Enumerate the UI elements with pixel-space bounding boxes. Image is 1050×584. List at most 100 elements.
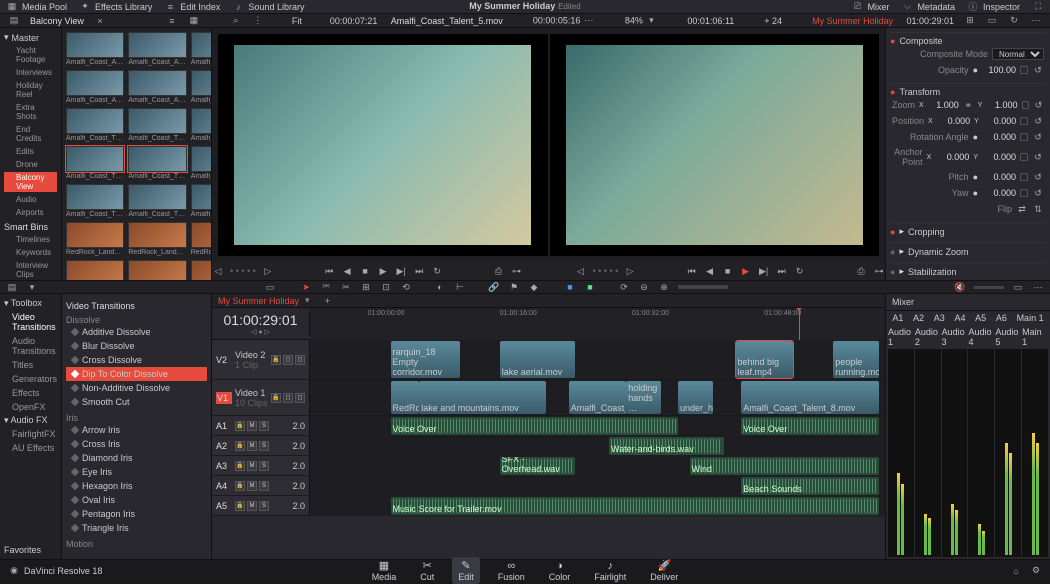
lock-icon[interactable]: 🔒 xyxy=(235,481,245,491)
dynamic-zoom-header[interactable]: ●▸ Dynamic Zoom xyxy=(890,246,1046,257)
transition-item-selected[interactable]: Dip To Color Dissolve xyxy=(66,367,207,381)
match-frame-icon[interactable]: ⎙ xyxy=(493,265,505,277)
stop-icon[interactable]: ■ xyxy=(359,265,371,277)
motion-category[interactable]: Motion xyxy=(66,539,207,549)
transition-item[interactable]: Arrow Iris xyxy=(66,423,207,437)
cropping-header[interactable]: ●▸ Cropping xyxy=(890,226,1046,237)
mixer-strip[interactable]: Audio 5 xyxy=(995,327,1021,557)
track-label[interactable]: A5 xyxy=(216,501,232,511)
page-fairlight[interactable]: ♪Fairlight xyxy=(588,558,632,584)
timeline-tab[interactable]: My Summer Holiday xyxy=(218,296,299,306)
track-label[interactable]: V2 xyxy=(216,355,232,365)
first-frame-icon[interactable]: ⏮ xyxy=(686,265,698,277)
solo-icon[interactable]: S xyxy=(259,481,269,491)
volume-slider[interactable] xyxy=(974,286,1004,289)
timeline-viewer[interactable] xyxy=(550,34,880,256)
bin-item[interactable]: End Credits xyxy=(4,124,57,144)
transition-item[interactable]: Blur Dissolve xyxy=(66,339,207,353)
keyframe-toggle[interactable] xyxy=(1020,153,1028,161)
clip-thumb[interactable]: RedRock_Land… xyxy=(191,222,212,256)
video-clip[interactable]: lake aerial.mov xyxy=(500,341,575,378)
flip-v-icon[interactable]: ⇅ xyxy=(1032,203,1044,215)
bin-item[interactable]: Drone xyxy=(4,159,57,170)
mark-out-icon[interactable]: ▷ xyxy=(624,265,636,277)
loop-icon[interactable]: ↻ xyxy=(794,265,806,277)
color-green-icon[interactable]: ■ xyxy=(584,281,596,293)
thumb-view-icon[interactable]: ▦ xyxy=(188,15,200,27)
clip-thumb[interactable]: Amalfi_Coast_A… xyxy=(191,32,212,66)
bin-item[interactable]: Holiday Reel xyxy=(4,80,57,100)
clip-thumb[interactable]: Amalfi_Coast_A… xyxy=(191,70,212,104)
fx-category[interactable]: Titles xyxy=(4,359,57,371)
fx-category[interactable]: FairlightFX xyxy=(4,428,57,440)
clip-thumb[interactable]: RedRock_Talent… xyxy=(191,260,212,280)
mark-in-icon[interactable]: ◁ xyxy=(212,265,224,277)
video-clip[interactable]: under_hut.mp4 xyxy=(678,381,713,414)
clip-thumb[interactable]: Amalfi_Coast_T… xyxy=(191,184,212,218)
fx-category[interactable]: OpenFX xyxy=(4,401,57,413)
page-edit[interactable]: ✎Edit xyxy=(452,557,480,584)
solo-icon[interactable]: S xyxy=(259,501,269,511)
mixer-strip[interactable]: Main 1 xyxy=(1022,327,1048,557)
search-icon[interactable]: ⌕ xyxy=(230,15,242,27)
page-cut[interactable]: ✂Cut xyxy=(414,557,440,584)
lock-icon[interactable]: 🔒 xyxy=(235,441,245,451)
clip-thumb[interactable]: Amalfi_Coast_T… xyxy=(191,146,212,180)
ripple-icon[interactable]: ◐ xyxy=(434,281,446,293)
sound-library-toggle[interactable]: ♪Sound Library xyxy=(232,1,304,13)
track-label[interactable]: A1 xyxy=(216,421,232,431)
mixer-strip[interactable]: Audio 2 xyxy=(915,327,941,557)
transition-item[interactable]: Smooth Cut xyxy=(66,395,207,409)
smart-bins-header[interactable]: Smart Bins xyxy=(4,222,57,232)
composite-mode-select[interactable]: Normal xyxy=(992,48,1044,60)
track-label[interactable]: V1 xyxy=(216,392,232,404)
clip-thumb[interactable]: Amalfi_Coast_T… xyxy=(66,108,124,142)
bypass-icon[interactable]: ▭ xyxy=(986,15,998,27)
opacity-value[interactable]: 100.00 xyxy=(982,65,1016,75)
reset-icon[interactable]: ↺ xyxy=(1032,115,1044,127)
master-bin[interactable]: ▾Master xyxy=(4,32,57,43)
jog-icon[interactable]: ⊶ xyxy=(873,265,885,277)
lock-icon[interactable]: 🔒 xyxy=(235,421,245,431)
zoom-out-icon[interactable]: ⊖ xyxy=(638,281,650,293)
video-clip[interactable]: holding hands … xyxy=(626,381,661,414)
disable-icon[interactable]: ◻ xyxy=(295,393,305,403)
track-label[interactable]: A4 xyxy=(216,481,232,491)
marker-icon[interactable]: ◆ xyxy=(528,281,540,293)
dots-icon[interactable]: ⋯ xyxy=(1030,15,1042,27)
audio-clip[interactable]: Water-and-birds.wav xyxy=(609,437,724,455)
clip-thumb[interactable]: RedRock_Land… xyxy=(66,222,124,256)
home-icon[interactable]: ⌂ xyxy=(1010,565,1022,577)
zoom-slider[interactable] xyxy=(678,285,728,289)
insert-icon[interactable]: ⊞ xyxy=(360,281,372,293)
flag-icon[interactable]: ⚑ xyxy=(508,281,520,293)
color-blue-icon[interactable]: ■ xyxy=(564,281,576,293)
video-clip[interactable]: Amalfi_Coast_Talent_8.mov xyxy=(741,381,879,414)
metadata-toggle[interactable]: ⌵Metadata xyxy=(901,1,955,13)
transition-item[interactable]: Non-Additive Dissolve xyxy=(66,381,207,395)
pos-y[interactable]: 0.000 xyxy=(983,116,1016,126)
chevron-down-icon[interactable]: ▾ xyxy=(645,15,657,27)
effects-library-toggle[interactable]: ✦Effects Library xyxy=(79,1,152,13)
trim-tool-icon[interactable]: ⎃ xyxy=(320,281,332,293)
video-clip-selected[interactable]: behind big leaf.mp4 xyxy=(736,341,794,378)
audio-clip[interactable]: SFX - Overhead.wav xyxy=(500,457,575,475)
fx-category[interactable]: Video Transitions xyxy=(4,311,57,333)
clip-thumb[interactable]: Amalfi_Coast_T… xyxy=(128,184,186,218)
match-frame-icon[interactable]: ⎙ xyxy=(855,265,867,277)
fx-category[interactable]: Effects xyxy=(4,387,57,399)
lock-icon[interactable]: 🔒 xyxy=(271,393,281,403)
keyframe-toggle[interactable] xyxy=(1020,66,1028,74)
track-label[interactable]: A2 xyxy=(216,441,232,451)
options-icon[interactable]: ⋯ xyxy=(1032,281,1044,293)
video-clip[interactable]: Amalfi_Coast_Aerial_7.mov xyxy=(569,381,627,414)
bin-item-selected[interactable]: Balcony View xyxy=(4,172,57,192)
transition-item[interactable]: Eye Iris xyxy=(66,465,207,479)
solo-icon[interactable]: S xyxy=(259,461,269,471)
audio-clip[interactable]: Wind xyxy=(690,457,880,475)
play-icon[interactable]: ▶ xyxy=(377,265,389,277)
page-color[interactable]: ◑Color xyxy=(543,558,577,584)
link-icon[interactable]: 🔗 xyxy=(488,281,500,293)
audio-clip[interactable]: Voice Over xyxy=(391,417,679,435)
media-pool-toggle[interactable]: ▦Media Pool xyxy=(6,1,67,13)
